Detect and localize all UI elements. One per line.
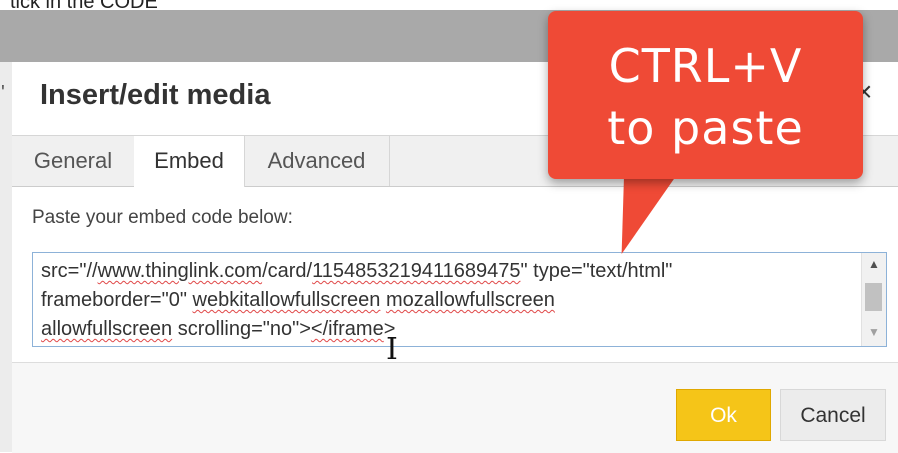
textarea-scrollbar[interactable]: ▲ ▼ xyxy=(861,253,886,346)
callout-line-2: to paste xyxy=(607,101,804,155)
tab-general[interactable]: General xyxy=(12,136,135,186)
ok-button[interactable]: Ok xyxy=(676,389,771,441)
embed-code-text: src="//www.thinglink.com/card/1154853219… xyxy=(41,257,856,344)
dialog-footer: Ok Cancel xyxy=(12,362,898,453)
callout-line-1: CTRL+V xyxy=(608,39,803,93)
code-line-2: frameborder="0" webkitallowfullscreen mo… xyxy=(41,289,555,311)
scroll-down-arrow-icon[interactable]: ▼ xyxy=(868,325,880,339)
tab-advanced[interactable]: Advanced xyxy=(244,136,390,186)
scroll-up-arrow-icon[interactable]: ▲ xyxy=(868,257,880,271)
scrollbar-thumb[interactable] xyxy=(865,283,882,311)
background-page-strip: tick in the CODE xyxy=(0,0,898,13)
edge-glyph: ' xyxy=(1,82,5,104)
ctrl-v-callout: CTRL+V to paste xyxy=(548,11,863,179)
code-line-1: src="//www.thinglink.com/card/1154853219… xyxy=(41,260,673,282)
dialog-title: Insert/edit media xyxy=(40,79,271,111)
tab-embed[interactable]: Embed xyxy=(134,136,245,187)
embed-code-textarea[interactable]: src="//www.thinglink.com/card/1154853219… xyxy=(32,252,887,347)
embed-code-label: Paste your embed code below: xyxy=(32,207,293,228)
cancel-button[interactable]: Cancel xyxy=(780,389,886,441)
code-line-3: allowfullscreen scrolling="no"></iframe> xyxy=(41,318,396,340)
